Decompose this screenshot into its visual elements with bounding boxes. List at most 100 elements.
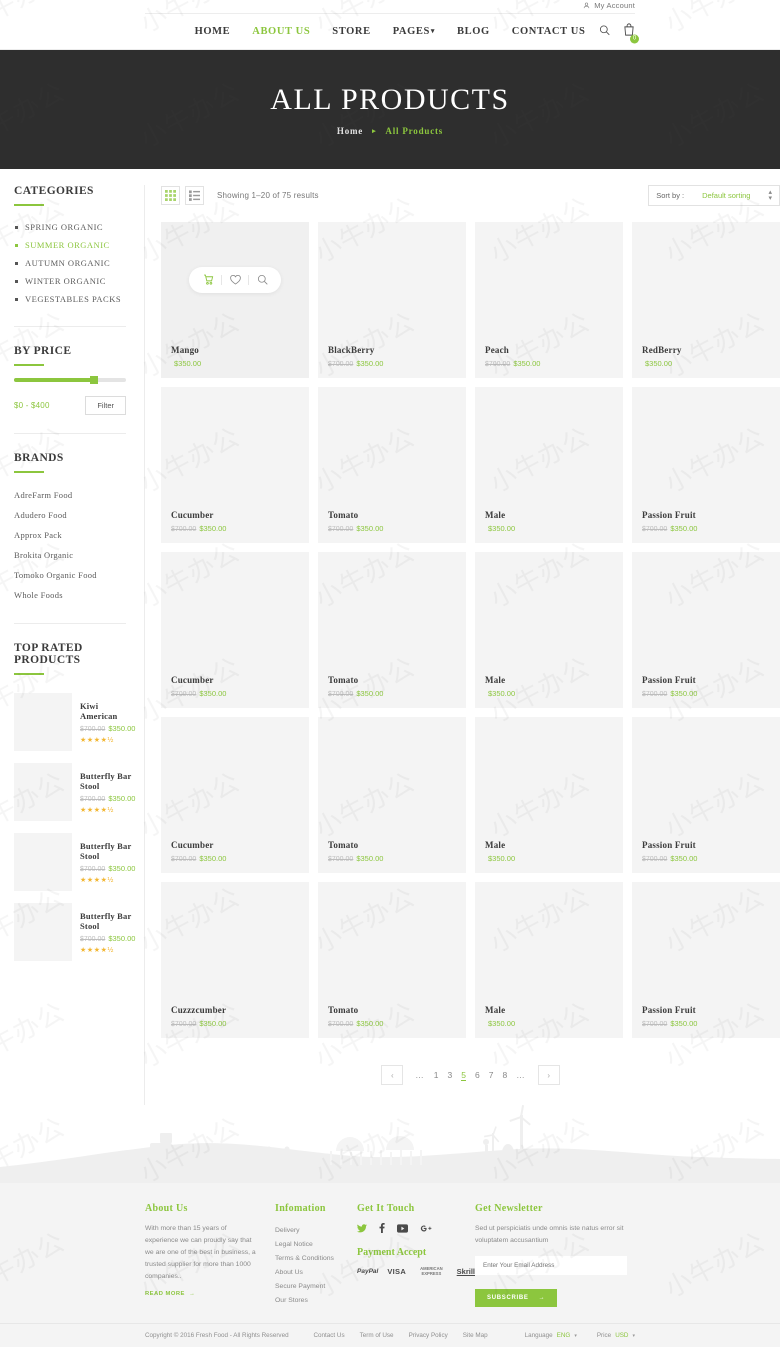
- pagination-page-3[interactable]: 3: [448, 1070, 453, 1080]
- footer-link-contact-us[interactable]: Contact Us: [313, 1332, 344, 1339]
- my-account-link[interactable]: My Account: [583, 1, 635, 10]
- search-icon[interactable]: [599, 23, 610, 41]
- product-image[interactable]: [475, 387, 623, 503]
- top-rated-item[interactable]: Butterfly Bar Stool $700.00 $350.00 ★★★★½: [14, 897, 135, 967]
- sidebar-item-winter-organic[interactable]: WINTER ORGANIC: [14, 272, 126, 290]
- product-image[interactable]: [318, 717, 466, 833]
- brand-item[interactable]: Tomoko Organic Food: [14, 565, 126, 585]
- footer-link-term-of-use[interactable]: Term of Use: [360, 1332, 394, 1339]
- product-card[interactable]: Tomato $700.00 $350.00: [318, 717, 466, 874]
- product-image[interactable]: [161, 882, 309, 998]
- brand-item[interactable]: AdreFarm Food: [14, 485, 126, 505]
- breadcrumb-home[interactable]: Home: [337, 126, 363, 136]
- product-image[interactable]: [632, 882, 780, 998]
- top-rated-item[interactable]: Butterfly Bar Stool $700.00 $350.00 ★★★★½: [14, 827, 135, 897]
- product-image[interactable]: [318, 387, 466, 503]
- product-card[interactable]: Cucumber $700.00 $350.00: [161, 717, 309, 874]
- nav-item-store[interactable]: STORE: [332, 26, 370, 37]
- footer-link-legal-notice[interactable]: Legal Notice: [275, 1237, 357, 1251]
- product-card[interactable]: Cucumber $700.00 $350.00: [161, 552, 309, 709]
- pagination-prev-button[interactable]: ‹: [381, 1065, 404, 1086]
- product-card[interactable]: Passion Fruit $700.00 $350.00: [632, 387, 780, 544]
- product-card[interactable]: RedBerry $350.00: [632, 222, 780, 379]
- product-image[interactable]: [632, 717, 780, 833]
- twitter-icon[interactable]: [357, 1223, 367, 1233]
- product-card[interactable]: Passion Fruit $700.00 $350.00: [632, 882, 780, 1039]
- sidebar-item-autumn-organic[interactable]: AUTUMN ORGANIC: [14, 254, 126, 272]
- product-image[interactable]: [475, 552, 623, 668]
- product-card[interactable]: Male $350.00: [475, 552, 623, 709]
- product-card[interactable]: Tomato $700.00 $350.00: [318, 552, 466, 709]
- product-card[interactable]: Mango $350.00: [161, 222, 309, 379]
- product-card[interactable]: Peach $700.00 $350.00: [475, 222, 623, 379]
- nav-item-contact-us[interactable]: CONTACT US: [512, 26, 586, 37]
- wishlist-heart-icon[interactable]: [222, 267, 248, 293]
- pagination-page-6[interactable]: 6: [475, 1070, 480, 1080]
- product-image[interactable]: [318, 222, 466, 338]
- shopping-bag-icon[interactable]: 0: [623, 22, 639, 43]
- add-to-cart-icon[interactable]: [195, 267, 221, 293]
- footer-link-secure-payment[interactable]: Secure Payment: [275, 1279, 357, 1293]
- top-rated-item[interactable]: Kiwi American $700.00 $350.00 ★★★★½: [14, 687, 135, 757]
- product-image[interactable]: [632, 222, 780, 338]
- sidebar-item-spring-organic[interactable]: SPRING ORGANIC: [14, 218, 126, 236]
- nav-item-pages[interactable]: PAGES▾: [393, 26, 435, 37]
- list-view-icon[interactable]: [185, 186, 204, 206]
- product-image[interactable]: [475, 222, 623, 338]
- language-selector[interactable]: Language ENG ▾: [525, 1332, 577, 1339]
- pagination-page-7[interactable]: 7: [489, 1070, 494, 1080]
- grid-view-icon[interactable]: [161, 186, 180, 206]
- sort-by-select[interactable]: Sort by : Default sorting ▴ ▾: [648, 185, 780, 207]
- product-card[interactable]: Male $350.00: [475, 717, 623, 874]
- product-image[interactable]: [475, 717, 623, 833]
- read-more-link[interactable]: READ MORE →: [145, 1291, 275, 1297]
- brand-item[interactable]: Approx Pack: [14, 525, 126, 545]
- product-image[interactable]: [161, 717, 309, 833]
- top-rated-item[interactable]: Butterfly Bar Stool $700.00 $350.00 ★★★★½: [14, 757, 135, 827]
- subscribe-button[interactable]: SUBSCRIBE →: [475, 1288, 558, 1307]
- product-image[interactable]: [161, 552, 309, 668]
- pagination-page-8[interactable]: 8: [502, 1070, 507, 1080]
- brand-item[interactable]: Whole Foods: [14, 585, 126, 605]
- sidebar-item-summer-organic[interactable]: SUMMER ORGANIC: [14, 236, 126, 254]
- pagination-next-button[interactable]: ›: [537, 1065, 560, 1086]
- footer-link-terms[interactable]: Terms & Conditions: [275, 1251, 357, 1265]
- product-card[interactable]: Passion Fruit $700.00 $350.00: [632, 717, 780, 874]
- product-image[interactable]: [161, 387, 309, 503]
- product-card[interactable]: Cuzzzcumber $700.00 $350.00: [161, 882, 309, 1039]
- price-slider-handle[interactable]: [90, 376, 99, 384]
- filter-button[interactable]: Filter: [85, 396, 126, 415]
- product-image[interactable]: [632, 552, 780, 668]
- pagination-page-1[interactable]: 1: [434, 1070, 439, 1080]
- product-image[interactable]: [632, 387, 780, 503]
- price-slider[interactable]: [14, 376, 126, 384]
- currency-selector[interactable]: Price USD ▾: [597, 1332, 635, 1339]
- footer-link-our-stores[interactable]: Our Stores: [275, 1293, 357, 1307]
- footer-link-delivery[interactable]: Delivery: [275, 1223, 357, 1237]
- nav-item-blog[interactable]: BLOG: [457, 26, 490, 37]
- pagination-page-5[interactable]: 5: [461, 1070, 466, 1081]
- product-card[interactable]: Tomato $700.00 $350.00: [318, 882, 466, 1039]
- footer-link-privacy-policy[interactable]: Privacy Policy: [409, 1332, 448, 1339]
- product-image[interactable]: [318, 552, 466, 668]
- facebook-icon[interactable]: [379, 1223, 385, 1234]
- product-card[interactable]: Male $350.00: [475, 387, 623, 544]
- product-image[interactable]: [318, 882, 466, 998]
- product-card[interactable]: Male $350.00: [475, 882, 623, 1039]
- product-image[interactable]: [161, 222, 309, 338]
- nav-item-home[interactable]: HOME: [195, 26, 231, 37]
- newsletter-email-input[interactable]: [475, 1255, 627, 1275]
- google-plus-icon[interactable]: [420, 1224, 432, 1233]
- product-card[interactable]: Tomato $700.00 $350.00: [318, 387, 466, 544]
- quick-view-search-icon[interactable]: [249, 267, 275, 293]
- footer-link-about-us[interactable]: About Us: [275, 1265, 357, 1279]
- brand-item[interactable]: Adudero Food: [14, 505, 126, 525]
- product-card[interactable]: Cucumber $700.00 $350.00: [161, 387, 309, 544]
- product-card[interactable]: Passion Fruit $700.00 $350.00: [632, 552, 780, 709]
- youtube-icon[interactable]: [397, 1224, 408, 1233]
- brand-item[interactable]: Brokita Organic: [14, 545, 126, 565]
- nav-item-about-us[interactable]: ABOUT US: [252, 26, 310, 37]
- product-card[interactable]: BlackBerry $700.00 $350.00: [318, 222, 466, 379]
- product-image[interactable]: [475, 882, 623, 998]
- footer-link-site-map[interactable]: Site Map: [463, 1332, 488, 1339]
